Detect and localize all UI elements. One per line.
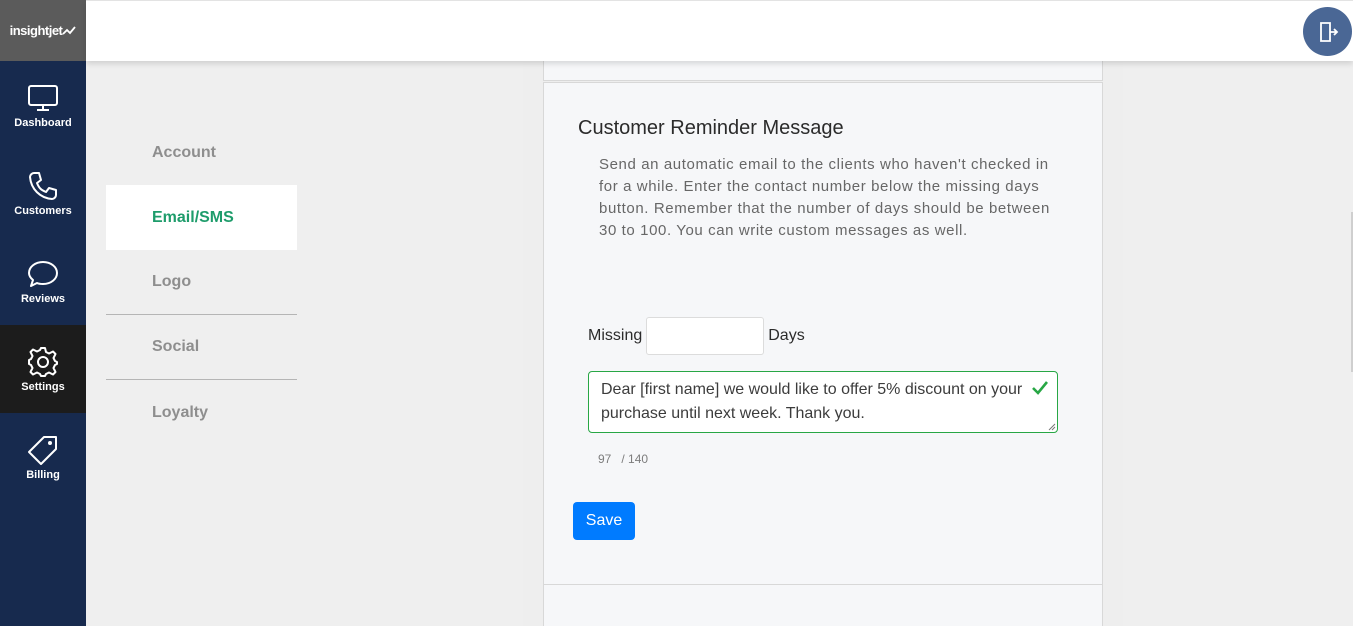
- customer-reminder-card: Customer Reminder Message Send an automa…: [543, 82, 1103, 585]
- nav-item-billing[interactable]: Billing: [0, 413, 86, 501]
- settings-submenu: Account Email/SMS Logo Social Loyalty: [106, 120, 297, 445]
- nav-label: Settings: [21, 381, 65, 393]
- check-icon: [1032, 381, 1049, 395]
- submenu-item-email-sms[interactable]: Email/SMS: [106, 185, 297, 250]
- chat-bubble-icon: [28, 261, 58, 287]
- gear-icon: [28, 347, 58, 377]
- missing-days-input[interactable]: [646, 317, 765, 355]
- days-label: Days: [768, 327, 805, 344]
- card-title: Customer Reminder Message: [578, 117, 844, 139]
- character-counter: 97 / 140: [598, 452, 648, 466]
- card-description: Send an automatic email to the clients w…: [599, 156, 1050, 239]
- nav-item-settings[interactable]: Settings: [0, 325, 86, 413]
- nav-label: Reviews: [20, 293, 66, 305]
- char-count: 97: [598, 452, 612, 466]
- top-bar: [86, 0, 1353, 61]
- message-textarea[interactable]: Dear [first name] we would like to offer…: [588, 371, 1058, 433]
- next-card: [543, 584, 1103, 626]
- nav-item-reviews[interactable]: Reviews: [0, 237, 86, 325]
- content-column: Customer Reminder Message Send an automa…: [523, 57, 1123, 626]
- monitor-icon: [28, 85, 58, 111]
- nav-label: Billing: [26, 469, 60, 481]
- logout-button[interactable]: [1303, 7, 1352, 56]
- missing-label: Missing: [588, 327, 643, 344]
- nav-label: Customers: [14, 205, 72, 217]
- nav-item-dashboard[interactable]: Dashboard: [0, 61, 86, 149]
- nav-label: Dashboard: [14, 117, 72, 129]
- save-button[interactable]: Save: [573, 502, 635, 540]
- logo-text: insightjet: [9, 23, 63, 38]
- missing-days-row: Missing Days: [588, 317, 805, 355]
- char-limit: / 140: [621, 452, 649, 466]
- submenu-item-account[interactable]: Account: [106, 120, 297, 185]
- message-text: Dear [first name] we would like to offer…: [601, 381, 1023, 422]
- phone-icon: [29, 172, 57, 200]
- submenu-item-logo[interactable]: Logo: [106, 250, 297, 315]
- nav-item-customers[interactable]: Customers: [0, 149, 86, 237]
- tag-icon: [28, 436, 57, 465]
- logout-icon: [1319, 21, 1338, 42]
- logo-trend-icon: [62, 25, 77, 35]
- resize-handle-icon[interactable]: [1048, 423, 1056, 431]
- submenu-item-loyalty[interactable]: Loyalty: [106, 380, 297, 445]
- app-logo[interactable]: insightjet: [0, 0, 86, 61]
- submenu-item-social[interactable]: Social: [106, 315, 297, 380]
- main-nav: insightjet Dashboard Customers Reviews S…: [0, 0, 86, 626]
